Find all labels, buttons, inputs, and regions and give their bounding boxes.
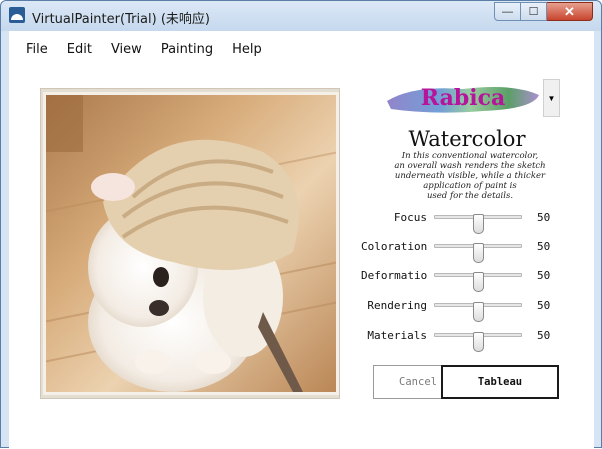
client-area: File Edit View Painting Help Rabica ▼ Wa… — [9, 31, 594, 449]
param-rendering: Rendering 50 — [361, 297, 561, 322]
param-label: Coloration — [361, 240, 427, 253]
deformation-slider[interactable] — [434, 272, 522, 292]
maximize-button[interactable]: ☐ — [521, 2, 547, 21]
param-label: Materials — [367, 329, 427, 342]
style-description: In this conventional watercolor, an over… — [393, 151, 547, 201]
window-title: VirtualPainter(Trial) (未响应) — [32, 12, 210, 27]
minimize-icon: — — [502, 5, 513, 18]
description-line: underneath visible, while a thicker — [394, 171, 546, 181]
menu-file[interactable]: File — [26, 31, 48, 67]
style-preview-banner[interactable]: Rabica — [383, 79, 543, 117]
description-line: application of paint is — [423, 181, 517, 191]
description-line: used for the details. — [426, 191, 514, 201]
param-value: 50 — [537, 240, 551, 253]
dog-photo-illustration — [43, 92, 339, 395]
menu-edit[interactable]: Edit — [67, 31, 92, 67]
materials-slider[interactable] — [434, 332, 522, 352]
rendering-slider[interactable] — [434, 302, 522, 322]
menu-painting[interactable]: Painting — [161, 31, 213, 67]
menu-help[interactable]: Help — [232, 31, 262, 67]
canvas-frame — [40, 88, 340, 399]
app-icon — [9, 7, 25, 23]
coloration-slider[interactable] — [434, 243, 522, 263]
menu-bar: File Edit View Painting Help — [9, 31, 594, 67]
slider-thumb[interactable] — [473, 214, 484, 234]
menu-view[interactable]: View — [111, 31, 142, 67]
slider-thumb[interactable] — [473, 243, 484, 263]
minimize-button[interactable]: — — [494, 2, 521, 21]
param-deformation: Deformation 50 — [361, 267, 561, 292]
param-label: Deformation — [361, 269, 427, 282]
slider-thumb[interactable] — [473, 272, 484, 292]
title-bar[interactable]: VirtualPainter(Trial) (未响应) — ☐ ✕ — [1, 1, 601, 31]
caption-buttons: — ☐ ✕ — [494, 2, 593, 21]
param-label: Rendering — [367, 299, 427, 312]
param-focus: Focus 50 — [361, 209, 561, 234]
style-dropdown-button[interactable]: ▼ — [543, 79, 560, 117]
param-label: Focus — [393, 211, 427, 224]
param-materials: Materials 50 — [361, 327, 561, 352]
close-button[interactable]: ✕ — [547, 2, 593, 21]
param-coloration: Coloration 50 — [361, 238, 561, 263]
param-value: 50 — [537, 299, 551, 312]
param-value: 50 — [537, 329, 551, 342]
close-icon: ✕ — [564, 3, 575, 19]
tableau-button[interactable]: Tableau — [441, 365, 559, 399]
app-window: VirtualPainter(Trial) (未响应) — ☐ ✕ File E… — [0, 0, 602, 449]
focus-slider[interactable] — [434, 214, 522, 234]
chevron-down-icon: ▼ — [547, 93, 556, 103]
description-line: an overall wash renders the sketch — [394, 161, 546, 171]
style-name: Rabica — [420, 85, 506, 111]
photo-canvas[interactable] — [43, 92, 339, 395]
param-value: 50 — [537, 269, 551, 282]
slider-thumb[interactable] — [473, 302, 484, 322]
maximize-icon: ☐ — [528, 6, 539, 18]
style-title: Watercolor — [408, 127, 526, 151]
param-value: 50 — [537, 211, 551, 224]
slider-thumb[interactable] — [473, 332, 484, 352]
description-line: In this conventional watercolor, — [401, 151, 539, 161]
